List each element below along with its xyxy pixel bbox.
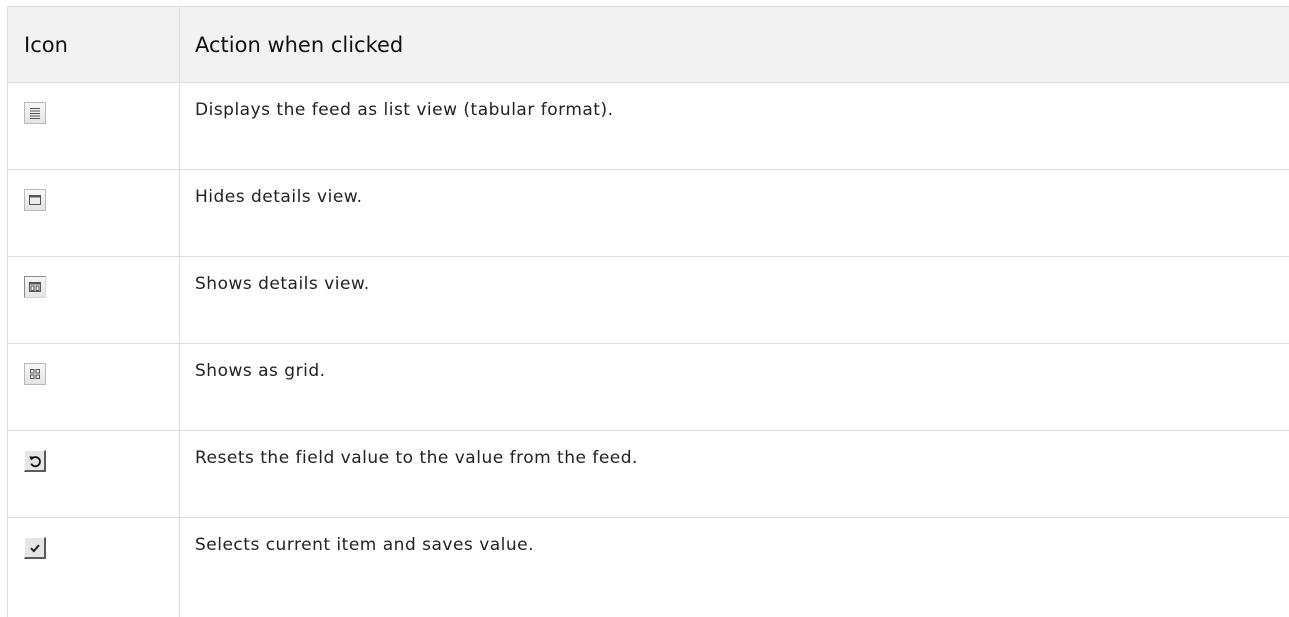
show-details-icon[interactable]: [24, 276, 46, 298]
table-row: Shows details view.: [8, 257, 1289, 344]
action-description: Displays the feed as list view (tabular …: [180, 83, 1289, 170]
column-header-icon: Icon: [8, 7, 180, 83]
action-description: Resets the field value to the value from…: [180, 431, 1289, 518]
grid-view-icon[interactable]: [24, 363, 46, 385]
table-row: Displays the feed as list view (tabular …: [8, 83, 1289, 170]
icon-cell: [8, 83, 180, 170]
action-description: Hides details view.: [180, 170, 1289, 257]
action-description: Selects current item and saves value.: [180, 518, 1289, 617]
reset-icon[interactable]: [24, 450, 46, 472]
table-row: Shows as grid.: [8, 344, 1289, 431]
hide-details-icon[interactable]: [24, 189, 46, 211]
table-row: Resets the field value to the value from…: [8, 431, 1289, 518]
column-header-action: Action when clicked: [180, 7, 1289, 83]
icon-cell: [8, 257, 180, 344]
list-view-icon[interactable]: [24, 102, 46, 124]
table-header-row: Icon Action when clicked: [8, 7, 1289, 83]
action-description: Shows as grid.: [180, 344, 1289, 431]
icon-cell: [8, 170, 180, 257]
action-description: Shows details view.: [180, 257, 1289, 344]
table-row: Selects current item and saves value.: [8, 518, 1289, 617]
checkmark-icon[interactable]: [24, 537, 46, 559]
table-row: Hides details view.: [8, 170, 1289, 257]
icon-cell: [8, 431, 180, 518]
icon-cell: [8, 344, 180, 431]
icon-cell: [8, 518, 180, 617]
icon-action-table: Icon Action when clicked Displays the fe…: [7, 6, 1289, 617]
